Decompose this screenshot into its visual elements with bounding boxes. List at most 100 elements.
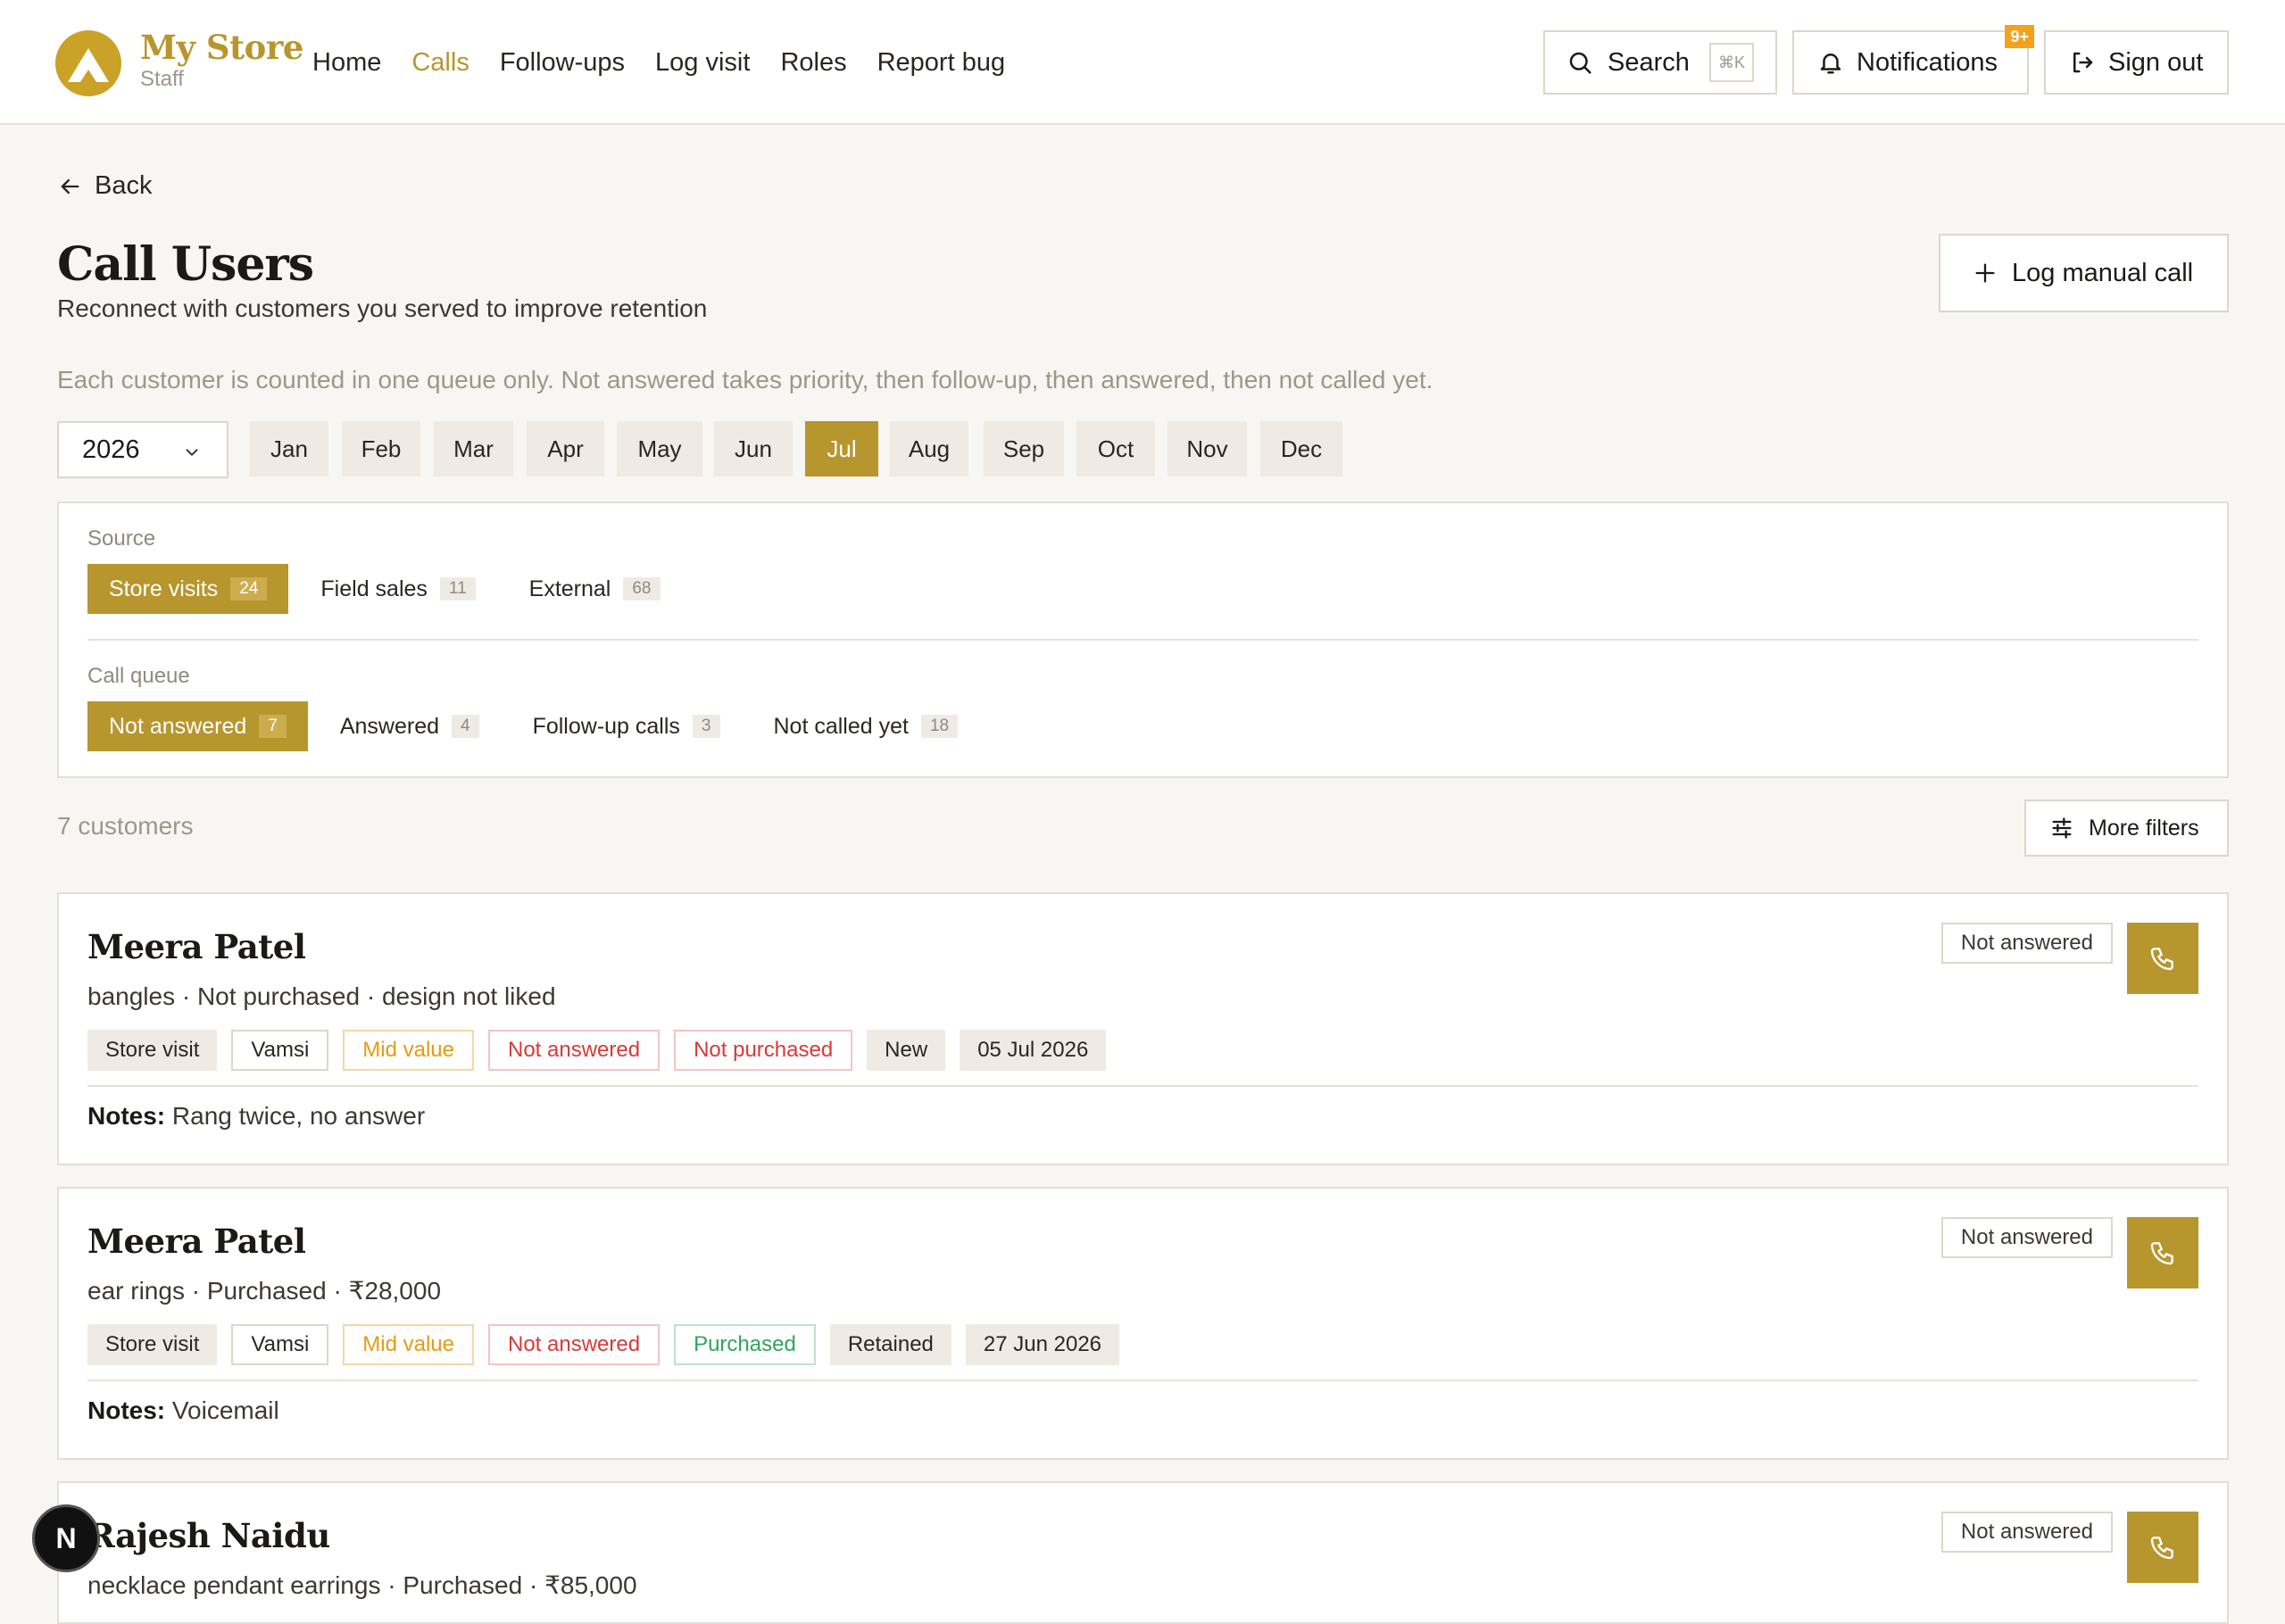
customer-card: Meera Patel bangles · Not purchased · de… — [57, 892, 2229, 1165]
nav-log-visit[interactable]: Log visit — [655, 45, 750, 80]
plus-icon — [1973, 261, 1998, 286]
customer-summary: bangles · Not purchased · design not lik… — [87, 982, 556, 1010]
queue-chips: Not answered 7 Answered 4 Follow-up call… — [87, 701, 990, 751]
search-icon — [1566, 49, 1593, 76]
customer-summary: necklace pendant earrings · Purchased · … — [87, 1571, 637, 1599]
month-nov[interactable]: Nov — [1167, 421, 1247, 476]
month-jan[interactable]: Jan — [250, 421, 328, 476]
filter-divider — [87, 639, 2198, 641]
customer-name: Rajesh Naidu — [87, 1516, 330, 1555]
chevron-down-icon — [182, 443, 202, 462]
source-external[interactable]: External 68 — [508, 564, 682, 614]
sign-out-label: Sign out — [2108, 47, 2204, 77]
search-shortcut: ⌘K — [1709, 43, 1754, 82]
chip-count: 4 — [452, 715, 479, 738]
more-filters-label: More filters — [2089, 815, 2199, 841]
results-count: 7 customers — [57, 812, 194, 840]
search-button[interactable]: Search ⌘K — [1543, 30, 1777, 95]
nav-home[interactable]: Home — [312, 45, 381, 80]
call-button[interactable] — [2127, 1512, 2198, 1583]
chip-label: Field sales — [320, 576, 428, 601]
nav-roles[interactable]: Roles — [780, 45, 846, 80]
log-manual-call-label: Log manual call — [2012, 258, 2194, 287]
chip-count: 7 — [259, 715, 287, 738]
chip-label: Not answered — [109, 713, 247, 739]
phone-icon — [2148, 1239, 2177, 1267]
tag-call-status: Not answered — [488, 1324, 661, 1365]
call-button[interactable] — [2127, 1217, 2198, 1288]
month-sep[interactable]: Sep — [984, 421, 1064, 476]
tag-purchase-status: Purchased — [674, 1324, 816, 1365]
chip-label: External — [528, 576, 611, 601]
tag-date: 27 Jun 2026 — [965, 1324, 1120, 1365]
main-nav: Home Calls Follow-ups Log visit Roles Re… — [312, 45, 1005, 80]
source-field-sales[interactable]: Field sales 11 — [299, 564, 496, 614]
call-queue-label: Call queue — [87, 664, 190, 688]
store-logo-icon[interactable] — [55, 30, 121, 96]
sign-out-button[interactable]: Sign out — [2044, 30, 2229, 95]
customer-card: Rajesh Naidu necklace pendant earrings ·… — [57, 1481, 2229, 1624]
chip-count: 18 — [920, 715, 959, 738]
month-jun[interactable]: Jun — [714, 421, 793, 476]
month-mar[interactable]: Mar — [434, 421, 513, 476]
chip-label: Answered — [339, 713, 439, 739]
tag-purchase-status: Not purchased — [674, 1030, 853, 1071]
dev-tools-badge[interactable]: N — [32, 1504, 100, 1572]
sliders-icon — [2049, 816, 2074, 841]
month-may[interactable]: May — [617, 421, 702, 476]
tag-call-status: Not answered — [488, 1030, 661, 1071]
tag-source: Store visit — [87, 1324, 218, 1365]
chip-label: Follow-up calls — [532, 713, 680, 739]
card-divider — [87, 1380, 2198, 1381]
month-dec[interactable]: Dec — [1260, 421, 1342, 476]
nav-follow-ups[interactable]: Follow-ups — [500, 45, 625, 80]
customer-summary: ear rings · Purchased · ₹28,000 — [87, 1277, 442, 1305]
queue-not-answered[interactable]: Not answered 7 — [87, 701, 308, 751]
page-title: Call Users — [57, 237, 314, 292]
chip-count: 68 — [623, 577, 661, 601]
month-feb[interactable]: Feb — [342, 421, 420, 476]
page-subtitle: Reconnect with customers you served to i… — [57, 294, 708, 322]
month-oct[interactable]: Oct — [1076, 421, 1155, 476]
card-divider — [87, 1085, 2198, 1087]
queue-answered[interactable]: Answered 4 — [319, 701, 501, 751]
notes-label: Notes: — [87, 1102, 166, 1130]
tag-customer-type: Retained — [829, 1324, 951, 1365]
source-label: Source — [87, 526, 156, 551]
more-filters-button[interactable]: More filters — [2024, 800, 2229, 857]
call-status-badge: Not answered — [1940, 1512, 2113, 1553]
month-apr[interactable]: Apr — [527, 421, 604, 476]
log-manual-call-button[interactable]: Log manual call — [1939, 234, 2229, 312]
search-label: Search — [1608, 47, 1690, 77]
queue-follow-up-calls[interactable]: Follow-up calls 3 — [511, 701, 742, 751]
customer-notes: Notes: Rang twice, no answer — [87, 1099, 425, 1133]
tag-staff: Vamsi — [231, 1324, 329, 1365]
back-link[interactable]: Back — [57, 171, 152, 201]
brand: My Store Staff — [140, 27, 303, 91]
nav-calls[interactable]: Calls — [411, 45, 469, 80]
nav-report-bug[interactable]: Report bug — [877, 45, 1006, 80]
arrow-left-icon — [57, 174, 82, 199]
sign-out-icon — [2069, 49, 2096, 76]
month-aug[interactable]: Aug — [890, 421, 968, 476]
back-label: Back — [95, 171, 153, 200]
tag-source: Store visit — [87, 1030, 218, 1071]
chip-count: 24 — [230, 577, 268, 601]
tag-customer-type: New — [867, 1030, 946, 1071]
queue-not-called-yet[interactable]: Not called yet 18 — [752, 701, 980, 751]
customer-name: Meera Patel — [87, 927, 306, 966]
call-button[interactable] — [2127, 923, 2198, 994]
tag-staff: Vamsi — [231, 1030, 329, 1071]
notifications-label: Notifications — [1857, 47, 1998, 77]
year-select[interactable]: 2026 — [57, 421, 228, 478]
notifications-badge: 9+ — [2005, 25, 2034, 48]
call-status-badge: Not answered — [1940, 1217, 2113, 1258]
notes-text: Voicemail — [171, 1396, 279, 1424]
notifications-button[interactable]: Notifications 9+ — [1792, 25, 2034, 95]
notes-label: Notes: — [87, 1396, 166, 1424]
source-store-visits[interactable]: Store visits 24 — [87, 564, 289, 614]
source-chips: Store visits 24 Field sales 11 External … — [87, 564, 693, 614]
brand-subtitle: Staff — [140, 67, 184, 91]
tag-value: Mid value — [343, 1030, 474, 1071]
month-jul[interactable]: Jul — [805, 421, 878, 476]
